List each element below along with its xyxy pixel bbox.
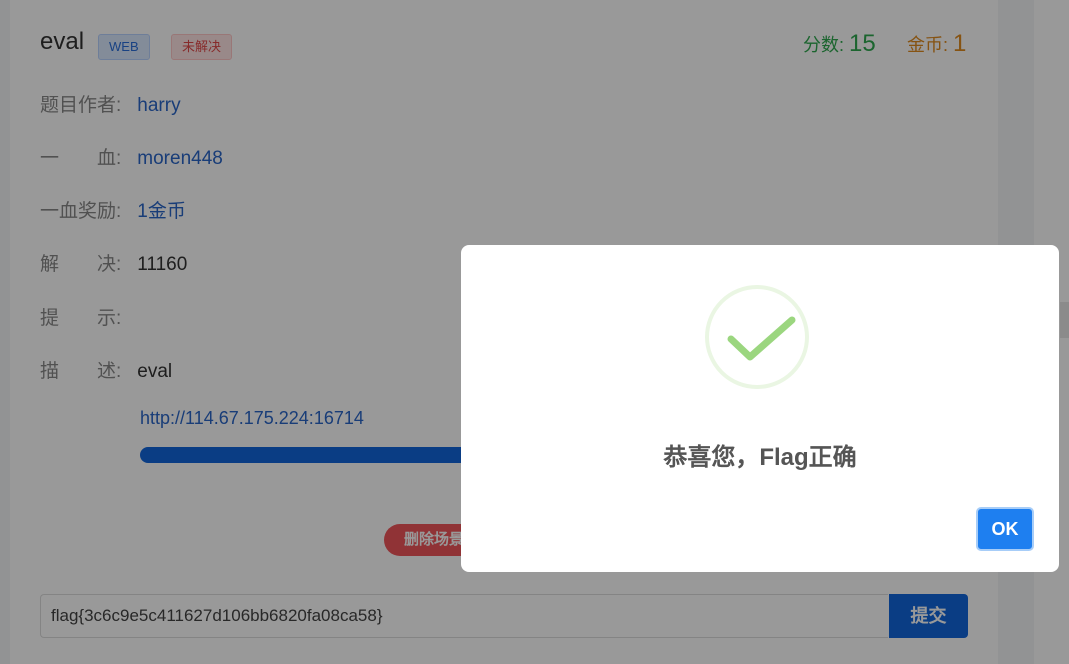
ok-button[interactable]: OK	[976, 507, 1034, 551]
check-circle-icon	[705, 285, 809, 389]
dialog-title: 恭喜您，Flag正确	[663, 444, 857, 471]
success-dialog: 恭喜您，Flag正确 OK	[461, 245, 1059, 572]
